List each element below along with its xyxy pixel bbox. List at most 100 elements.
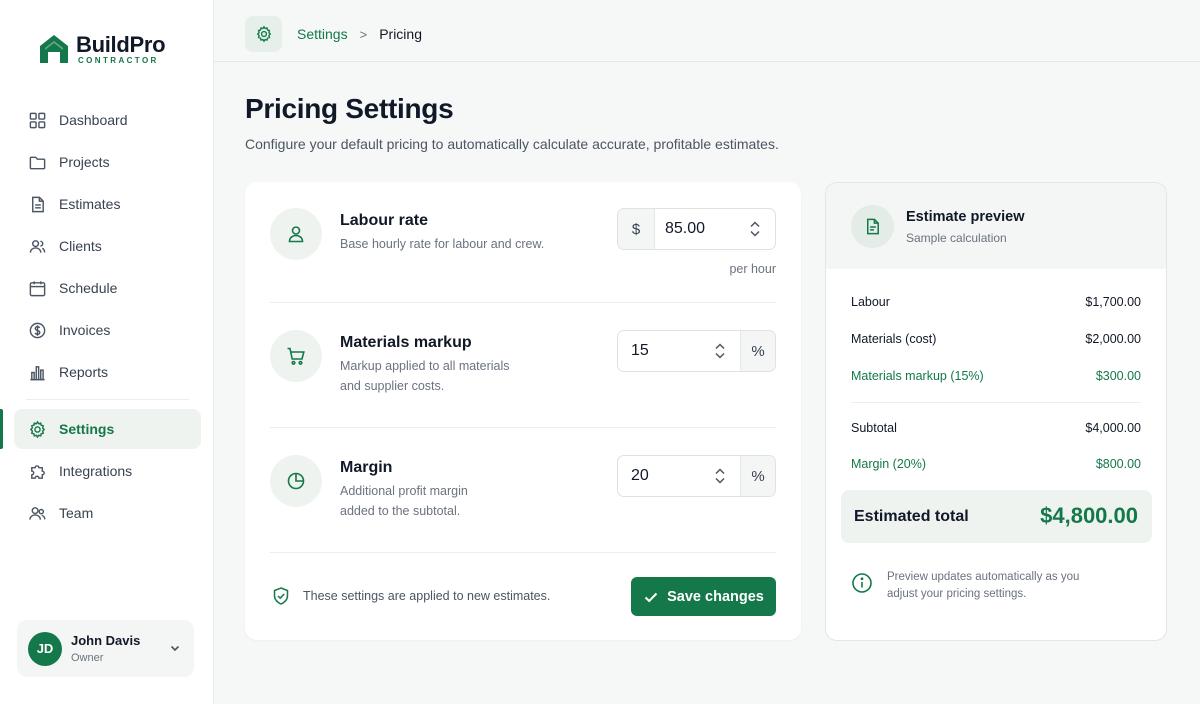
preview-title: Estimate preview (906, 209, 1025, 225)
grid-icon (27, 110, 47, 130)
stepper-arrows-icon[interactable] (747, 219, 763, 239)
labour-rate-title: Labour rate (340, 212, 429, 229)
line-value: $2,000.00 (1085, 332, 1141, 346)
sidebar-item-label: Schedule (59, 280, 118, 296)
preview-line-margin: Margin (20%) $800.00 (851, 457, 1141, 471)
bar-chart-icon (27, 362, 47, 382)
preview-info-text: Preview updates automatically as you adj… (887, 569, 1107, 603)
sidebar-item-schedule[interactable]: Schedule (14, 268, 201, 308)
preview-line-labour: Labour $1,700.00 (851, 295, 1141, 309)
estimate-preview-card: Estimate preview Sample calculation Labo… (825, 182, 1167, 641)
sidebar-item-label: Integrations (59, 463, 133, 479)
sidebar-item-estimates[interactable]: Estimates (14, 184, 201, 224)
page-subtitle: Configure your default pricing to automa… (245, 136, 779, 152)
dollar-circle-icon (27, 320, 47, 340)
sidebar-item-label: Settings (59, 421, 115, 437)
sidebar: BuildPro CONTRACTOR Dashboard Projects E… (0, 0, 214, 704)
materials-markup-desc-line1: Markup applied to all materials (340, 359, 510, 373)
preview-line-subtotal: Subtotal $4,000.00 (851, 421, 1141, 435)
settings-gear-icon[interactable] (245, 16, 282, 52)
row-divider (270, 552, 776, 553)
sidebar-item-label: Clients (59, 238, 102, 254)
save-changes-button[interactable]: Save changes (631, 577, 776, 616)
preview-info-line1: Preview updates automatically as you (887, 571, 1080, 583)
preview-divider (851, 402, 1141, 403)
margin-input[interactable]: 20 % (617, 455, 776, 497)
preview-subtitle: Sample calculation (906, 231, 1007, 245)
percent-suffix: % (740, 456, 775, 496)
person-icon (270, 208, 322, 260)
sidebar-item-label: Invoices (59, 322, 111, 338)
sidebar-item-clients[interactable]: Clients (14, 226, 201, 266)
sidebar-nav: Dashboard Projects Estimates Clients Sch… (0, 100, 201, 535)
sidebar-item-invoices[interactable]: Invoices (14, 310, 201, 350)
gear-icon (27, 419, 47, 439)
line-label: Materials markup (15%) (851, 369, 984, 383)
materials-markup-title: Materials markup (340, 334, 472, 351)
sidebar-item-projects[interactable]: Projects (14, 142, 201, 182)
pricing-card: Labour rate Base hourly rate for labour … (245, 182, 801, 640)
preview-header: Estimate preview Sample calculation (826, 183, 1166, 269)
team-icon (27, 503, 47, 523)
file-icon (27, 194, 47, 214)
page-title: Pricing Settings (245, 93, 454, 124)
margin-value[interactable]: 20 (631, 467, 712, 485)
topbar: Settings > Pricing (214, 0, 1200, 62)
sidebar-item-integrations[interactable]: Integrations (14, 451, 201, 491)
sidebar-item-settings[interactable]: Settings (0, 409, 201, 449)
pie-chart-icon (270, 455, 322, 507)
line-value: $1,700.00 (1085, 295, 1141, 309)
sidebar-item-label: Reports (59, 364, 109, 380)
chevron-down-icon[interactable] (168, 641, 182, 655)
line-value: $800.00 (1095, 457, 1141, 471)
percent-suffix: % (740, 331, 775, 371)
labour-rate-value[interactable]: 85.00 (665, 220, 747, 238)
margin-desc-line2: added to the subtotal. (340, 504, 461, 518)
labour-unit-note: per hour (729, 262, 776, 276)
avatar: JD (28, 631, 62, 666)
estimated-total-box: Estimated total $4,800.00 (841, 490, 1152, 543)
line-value: $300.00 (1095, 369, 1141, 383)
row-divider (270, 302, 776, 303)
estimated-total-label: Estimated total (854, 508, 969, 525)
brand-logo[interactable]: BuildPro CONTRACTOR (38, 33, 166, 65)
currency-prefix: $ (618, 209, 655, 249)
sidebar-item-label: Estimates (59, 196, 121, 212)
line-label: Subtotal (851, 421, 897, 435)
breadcrumb: Settings > Pricing (297, 26, 422, 42)
margin-desc-line1: Additional profit margin (340, 484, 468, 498)
document-icon (851, 205, 894, 248)
estimated-total-value: $4,800.00 (1040, 503, 1138, 528)
folder-icon (27, 152, 47, 172)
breadcrumb-settings-link[interactable]: Settings (297, 26, 348, 42)
check-icon (644, 592, 658, 602)
user-role: Owner (71, 652, 104, 664)
margin-title: Margin (340, 459, 393, 476)
nav-divider (26, 399, 189, 400)
sidebar-item-label: Team (59, 505, 94, 521)
breadcrumb-separator: > (359, 26, 368, 42)
labour-rate-input[interactable]: $ 85.00 (617, 208, 776, 250)
breadcrumb-current: Pricing (379, 26, 422, 42)
line-label: Materials (cost) (851, 332, 937, 346)
user-menu[interactable]: JD John Davis Owner (17, 620, 194, 677)
line-label: Labour (851, 295, 890, 309)
materials-markup-desc-line2: and supplier costs. (340, 379, 445, 393)
calendar-icon (27, 278, 47, 298)
user-name: John Davis (71, 633, 141, 648)
preview-line-materials-markup: Materials markup (15%) $300.00 (851, 369, 1141, 383)
sidebar-item-reports[interactable]: Reports (14, 352, 201, 392)
sidebar-item-label: Dashboard (59, 112, 128, 128)
sidebar-item-dashboard[interactable]: Dashboard (14, 100, 201, 140)
materials-markup-input[interactable]: 15 % (617, 330, 776, 372)
row-divider (270, 427, 776, 428)
house-logo-icon (40, 35, 68, 63)
info-icon (852, 573, 872, 593)
materials-markup-value[interactable]: 15 (631, 342, 712, 360)
stepper-arrows-icon[interactable] (712, 341, 728, 361)
users-icon (27, 236, 47, 256)
line-value: $4,000.00 (1085, 421, 1141, 435)
line-label: Margin (20%) (851, 457, 927, 471)
sidebar-item-team[interactable]: Team (14, 493, 201, 533)
stepper-arrows-icon[interactable] (712, 466, 728, 486)
